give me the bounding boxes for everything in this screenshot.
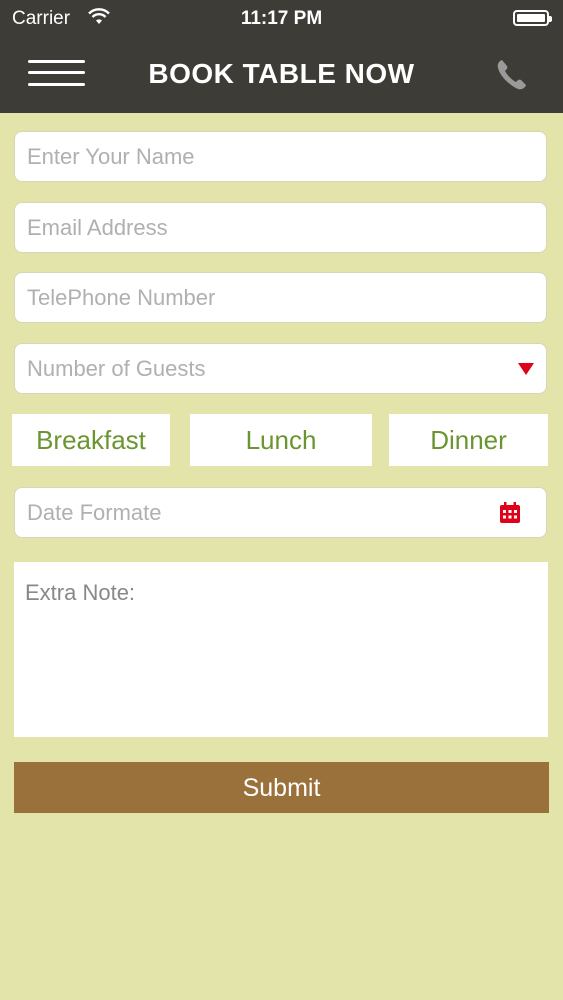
submit-button[interactable]: Submit: [14, 762, 549, 813]
meal-breakfast-button[interactable]: Breakfast: [12, 414, 170, 466]
battery-icon: [513, 10, 552, 26]
date-field[interactable]: [14, 487, 547, 538]
page-title: BOOK TABLE NOW: [148, 58, 415, 89]
meal-dinner-button[interactable]: Dinner: [389, 414, 548, 466]
calendar-icon[interactable]: [499, 502, 521, 524]
status-bar: Carrier 11:17 PM: [0, 0, 563, 40]
guests-select-placeholder: Number of Guests: [27, 356, 206, 381]
clock: 11:17 PM: [240, 8, 323, 29]
app-header: Carrier 11:17 PM BOOK TABLE NOW: [0, 0, 563, 113]
meal-lunch-button[interactable]: Lunch: [190, 414, 372, 466]
telephone-input[interactable]: [15, 273, 546, 322]
extra-note-field[interactable]: [14, 562, 548, 737]
telephone-field[interactable]: [14, 272, 547, 323]
name-field[interactable]: [14, 131, 547, 182]
phone-icon[interactable]: [494, 57, 530, 93]
name-input[interactable]: [15, 132, 546, 181]
extra-note-textarea[interactable]: [14, 562, 548, 737]
dropdown-arrow-icon: [518, 363, 534, 375]
date-input[interactable]: [15, 488, 546, 537]
email-field[interactable]: [14, 202, 547, 253]
guests-select[interactable]: Number of Guests: [14, 343, 547, 394]
email-input[interactable]: [15, 203, 546, 252]
